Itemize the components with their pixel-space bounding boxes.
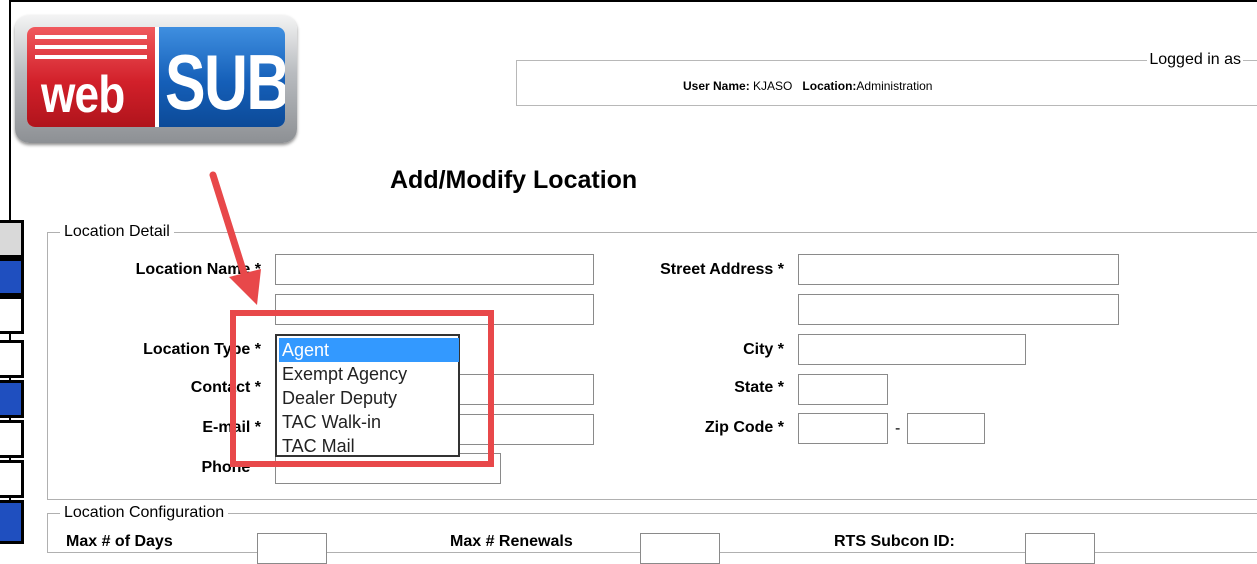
nav-tab-8[interactable]: [0, 500, 24, 544]
annotation-arrow-icon: [209, 171, 261, 305]
zip-code-label: Zip Code *: [704, 419, 784, 436]
state-input[interactable]: [798, 374, 888, 405]
websub-logo: web SUB: [15, 15, 297, 143]
state-label: State *: [734, 379, 784, 396]
user-name-label: User Name:: [683, 79, 750, 93]
location-value: Administration: [856, 79, 933, 93]
max-days-label: Max # of Days: [66, 533, 173, 550]
logo-stripe: [35, 45, 147, 49]
nav-tab-6[interactable]: [0, 420, 24, 458]
logo-stripe: [35, 55, 147, 59]
nav-tab-1[interactable]: [0, 220, 24, 258]
max-renewals-label: Max # Renewals: [450, 533, 573, 550]
logo-sub-text: SUB: [165, 38, 285, 126]
nav-tab-7[interactable]: [0, 460, 24, 498]
location-name-input[interactable]: [275, 254, 594, 285]
location-config-legend: Location Configuration: [60, 504, 229, 522]
annotation-highlight-box: [230, 310, 494, 467]
max-renewals-input[interactable]: [640, 533, 720, 564]
street-address-input-2[interactable]: [798, 294, 1119, 325]
max-days-input[interactable]: [257, 533, 327, 564]
street-address-input[interactable]: [798, 254, 1119, 285]
street-address-label: Street Address *: [660, 261, 784, 278]
session-info: User Name: KJASO Location:Administration: [683, 79, 932, 93]
rts-subcon-id-input[interactable]: [1025, 533, 1095, 564]
rts-subcon-id-label: RTS Subcon ID:: [834, 533, 955, 550]
logo-web-text: web: [41, 66, 125, 124]
page-title: Add/Modify Location: [390, 166, 638, 194]
city-input[interactable]: [798, 334, 1026, 365]
nav-tab-3[interactable]: [0, 296, 24, 334]
nav-tab-5[interactable]: [0, 380, 24, 418]
location-detail-legend: Location Detail: [60, 223, 174, 241]
nav-tab-4[interactable]: [0, 340, 24, 378]
logo-stripe: [35, 35, 147, 39]
city-label: City *: [743, 341, 784, 358]
nav-tab-2[interactable]: [0, 258, 24, 296]
zip-extension-input[interactable]: [907, 413, 985, 444]
zip-separator: -: [895, 420, 901, 437]
logo-inner: web SUB: [27, 27, 285, 127]
user-name-value: KJASO: [753, 79, 793, 93]
location-label: Location:: [802, 79, 857, 93]
logged-in-box: Logged in as User Name: KJASO Location:A…: [516, 51, 1257, 106]
logged-in-legend: Logged in as: [1147, 51, 1243, 69]
zip-code-input[interactable]: [798, 413, 888, 444]
